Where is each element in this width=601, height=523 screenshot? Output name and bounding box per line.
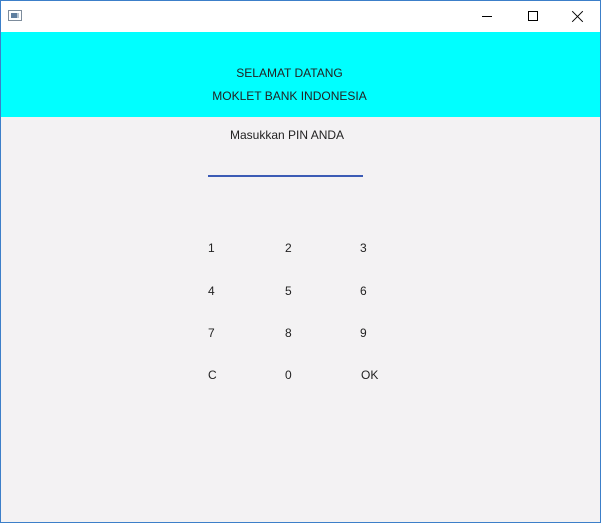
welcome-banner: SELAMAT DATANG MOKLET BANK INDONESIA bbox=[1, 32, 600, 117]
keypad-9-button[interactable]: 9 bbox=[360, 326, 367, 340]
bank-name: MOKLET BANK INDONESIA bbox=[212, 89, 367, 103]
keypad-6-button[interactable]: 6 bbox=[360, 284, 367, 298]
keypad-3-button[interactable]: 3 bbox=[360, 241, 367, 255]
keypad-0-button[interactable]: 0 bbox=[285, 368, 292, 382]
welcome-title: SELAMAT DATANG bbox=[236, 66, 343, 80]
keypad-clear-button[interactable]: C bbox=[208, 368, 217, 382]
maximize-button[interactable] bbox=[510, 1, 556, 32]
keypad-1-button[interactable]: 1 bbox=[208, 241, 215, 255]
pin-input[interactable] bbox=[208, 151, 363, 177]
keypad-7-button[interactable]: 7 bbox=[208, 326, 215, 340]
minimize-button[interactable] bbox=[464, 1, 510, 32]
keypad-ok-button[interactable]: OK bbox=[361, 368, 378, 382]
keypad-5-button[interactable]: 5 bbox=[285, 284, 292, 298]
title-bar[interactable] bbox=[1, 1, 600, 32]
close-button[interactable] bbox=[555, 1, 600, 32]
app-window-icon bbox=[8, 10, 22, 21]
keypad-8-button[interactable]: 8 bbox=[285, 326, 292, 340]
keypad-2-button[interactable]: 2 bbox=[285, 241, 292, 255]
app-window: SELAMAT DATANG MOKLET BANK INDONESIA Mas… bbox=[0, 0, 601, 523]
pin-prompt-label: Masukkan PIN ANDA bbox=[230, 128, 345, 142]
close-icon bbox=[572, 10, 584, 22]
maximize-icon bbox=[528, 11, 538, 21]
keypad-4-button[interactable]: 4 bbox=[208, 284, 215, 298]
minimize-icon bbox=[482, 16, 492, 17]
